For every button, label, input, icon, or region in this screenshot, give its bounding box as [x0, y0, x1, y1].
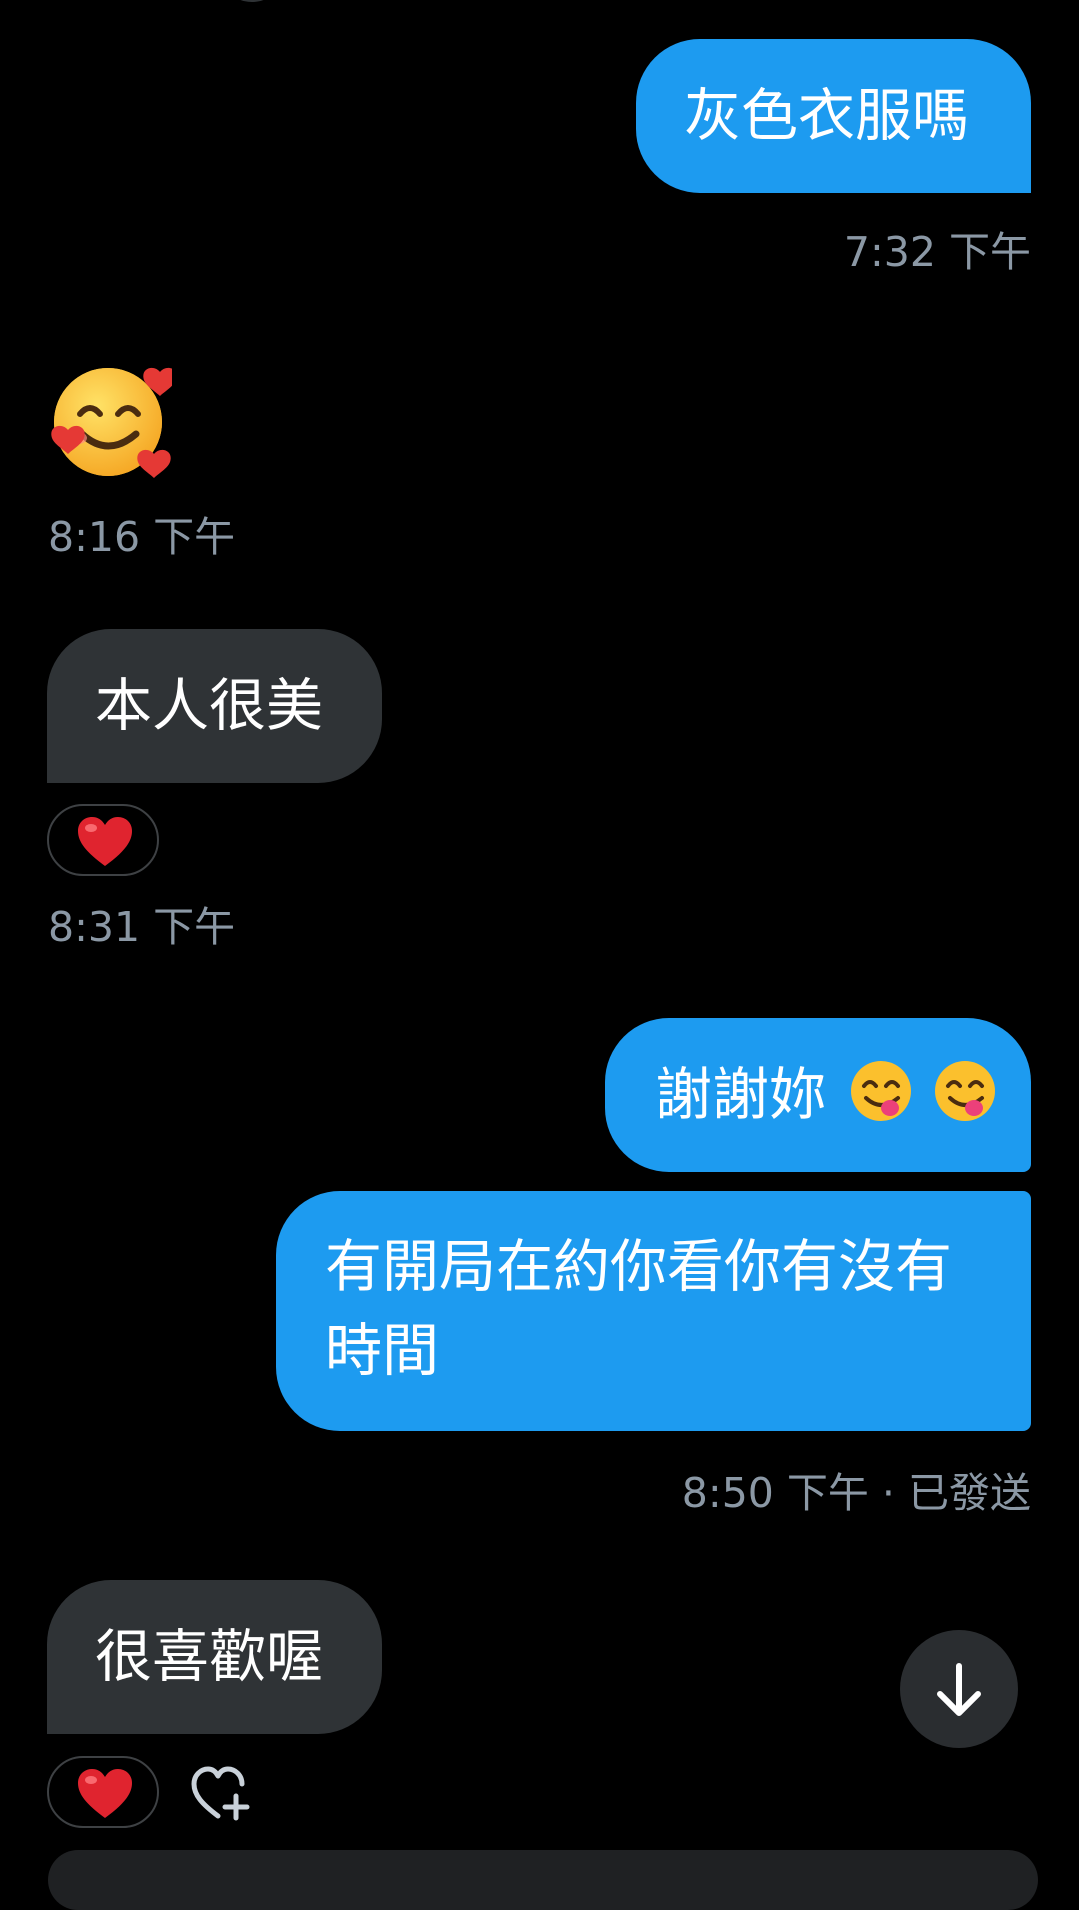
partial-avatar [232, 0, 272, 2]
received-message-bubble[interactable]: 本人很美 [47, 629, 382, 783]
message-text: 灰色衣服嗎 [684, 83, 969, 149]
reaction-pill[interactable] [47, 804, 159, 876]
message-text: 本人很美 [95, 673, 323, 739]
smiling-face-with-hearts-icon[interactable] [50, 358, 177, 480]
received-message-bubble[interactable]: 很喜歡喔 [47, 1580, 382, 1734]
message-composer[interactable] [48, 1850, 1038, 1910]
message-timestamp: 8:16 下午 [48, 513, 236, 561]
message-timestamp: 8:50 下午 · 已發送 [681, 1469, 1031, 1517]
message-text-line: 有開局在約你看你有沒有 [325, 1234, 952, 1300]
red-heart-icon [78, 1769, 132, 1818]
sent-message-bubble[interactable]: 有開局在約你看你有沒有 時間 [276, 1191, 1031, 1431]
message-timestamp: 8:31 下午 [48, 903, 236, 951]
face-savoring-food-icon [848, 1058, 914, 1124]
sent-message-bubble[interactable]: 謝謝妳 [605, 1018, 1031, 1172]
message-text-line: 時間 [325, 1318, 439, 1384]
message-text: 謝謝妳 [655, 1062, 826, 1128]
scroll-to-bottom-button[interactable] [900, 1630, 1018, 1748]
message-timestamp: 7:32 下午 [843, 228, 1031, 276]
face-savoring-food-icon [932, 1058, 998, 1124]
red-heart-icon [78, 817, 132, 866]
arrow-down-icon [937, 1663, 981, 1716]
message-text: 很喜歡喔 [95, 1624, 323, 1690]
sent-message-bubble[interactable]: 灰色衣服嗎 [636, 39, 1031, 193]
heart-plus-icon[interactable] [190, 1762, 254, 1822]
reaction-pill[interactable] [47, 1756, 159, 1828]
